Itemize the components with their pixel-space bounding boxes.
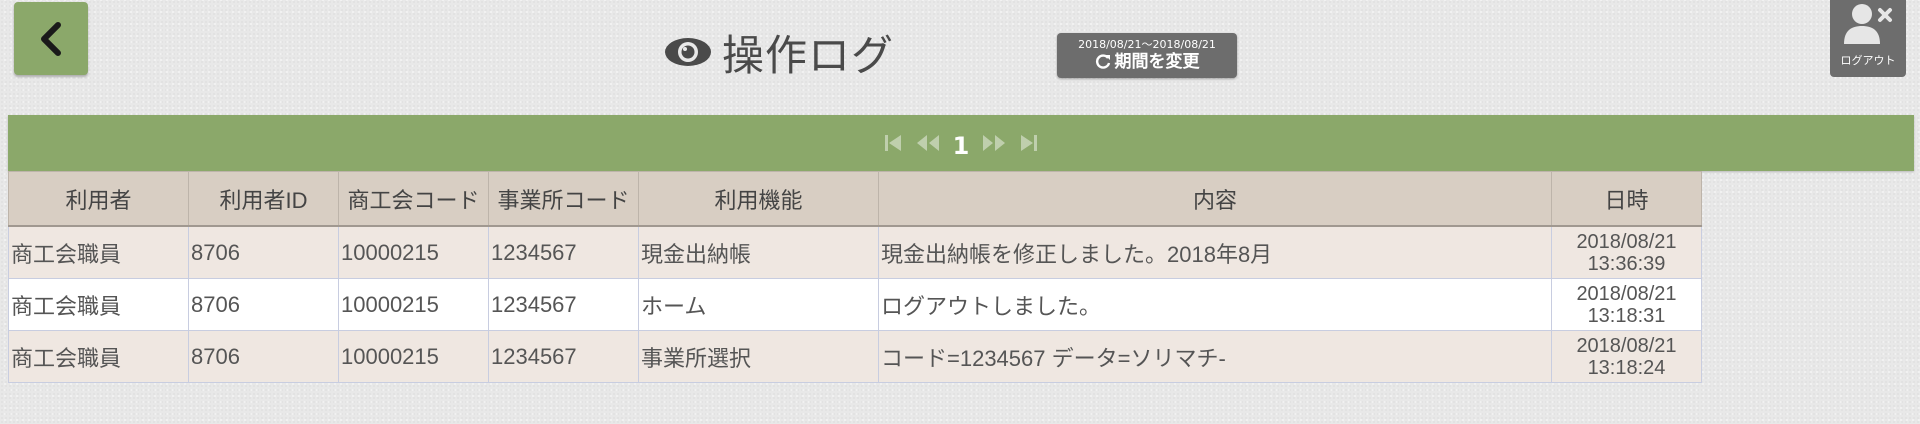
col-header-datetime[interactable]: 日時 bbox=[1551, 171, 1702, 227]
cell-datetime: 2018/08/21 13:18:24 bbox=[1551, 330, 1702, 383]
cell-date: 2018/08/21 bbox=[1576, 282, 1677, 305]
cell-function: ホーム bbox=[638, 278, 879, 331]
col-header-office-code[interactable]: 事業所コード bbox=[488, 171, 639, 227]
cell-datetime: 2018/08/21 13:36:39 bbox=[1551, 225, 1702, 279]
cell-content: コード=1234567 データ=ソリマチ- bbox=[878, 330, 1552, 383]
change-period-button[interactable]: 2018/08/21～2018/08/21 期間を変更 bbox=[1057, 33, 1237, 78]
pagination: 1 bbox=[8, 115, 1914, 171]
cell-office-code: 1234567 bbox=[488, 225, 639, 279]
cell-date: 2018/08/21 bbox=[1576, 230, 1677, 253]
col-header-chamber-code[interactable]: 商工会コード bbox=[338, 171, 489, 227]
logout-button[interactable]: ログアウト bbox=[1830, 0, 1906, 77]
back-button[interactable] bbox=[14, 2, 88, 75]
next-page-icon[interactable] bbox=[981, 133, 1007, 153]
cell-user: 商工会職員 bbox=[8, 330, 189, 383]
table-row[interactable]: 商工会職員 8706 10000215 1234567 ホーム ログアウトしまし… bbox=[8, 278, 1702, 331]
last-page-icon[interactable] bbox=[1019, 133, 1039, 153]
period-range: 2018/08/21～2018/08/21 bbox=[1078, 38, 1216, 51]
col-header-user-id[interactable]: 利用者ID bbox=[188, 171, 339, 227]
table-row[interactable]: 商工会職員 8706 10000215 1234567 現金出納帳 現金出納帳を… bbox=[8, 225, 1702, 279]
cell-time: 13:18:24 bbox=[1587, 356, 1666, 379]
user-remove-icon bbox=[1844, 4, 1892, 44]
first-page-icon[interactable] bbox=[883, 133, 903, 153]
eye-icon bbox=[665, 38, 711, 66]
refresh-icon bbox=[1095, 54, 1110, 69]
logout-label: ログアウト bbox=[1840, 54, 1896, 67]
current-page-number[interactable]: 1 bbox=[953, 132, 970, 160]
cell-office-code: 1234567 bbox=[488, 278, 639, 331]
cell-chamber-code: 10000215 bbox=[338, 330, 489, 383]
chevron-left-icon bbox=[41, 21, 61, 56]
page-title: 操作ログ bbox=[722, 30, 895, 80]
log-table: 利用者 利用者ID 商工会コード 事業所コード 利用機能 内容 日時 商工会職員… bbox=[8, 171, 1702, 383]
cell-function: 事業所選択 bbox=[638, 330, 879, 383]
cell-user-id: 8706 bbox=[188, 225, 339, 279]
prev-page-icon[interactable] bbox=[915, 133, 941, 153]
cell-content: 現金出納帳を修正しました。2018年8月 bbox=[878, 225, 1552, 279]
cell-time: 13:18:31 bbox=[1587, 304, 1666, 327]
cell-function: 現金出納帳 bbox=[638, 225, 879, 279]
page-title-group: 操作ログ bbox=[664, 22, 894, 82]
cell-user: 商工会職員 bbox=[8, 278, 189, 331]
operation-log-panel: 1 利用者 利用者ID 商工会コード 事業所コード 利用機能 内容 日時 商工会… bbox=[8, 115, 1914, 383]
cell-content: ログアウトしました。 bbox=[878, 278, 1552, 331]
table-header-row: 利用者 利用者ID 商工会コード 事業所コード 利用機能 内容 日時 bbox=[8, 171, 1702, 227]
cell-time: 13:36:39 bbox=[1587, 252, 1666, 275]
col-header-user[interactable]: 利用者 bbox=[8, 171, 189, 227]
cell-chamber-code: 10000215 bbox=[338, 278, 489, 331]
cell-chamber-code: 10000215 bbox=[338, 225, 489, 279]
cell-user-id: 8706 bbox=[188, 278, 339, 331]
cell-office-code: 1234567 bbox=[488, 330, 639, 383]
period-label: 期間を変更 bbox=[1114, 52, 1200, 72]
col-header-function[interactable]: 利用機能 bbox=[638, 171, 879, 227]
col-header-content[interactable]: 内容 bbox=[878, 171, 1552, 227]
cell-date: 2018/08/21 bbox=[1576, 334, 1677, 357]
cell-datetime: 2018/08/21 13:18:31 bbox=[1551, 278, 1702, 331]
cell-user: 商工会職員 bbox=[8, 225, 189, 279]
table-row[interactable]: 商工会職員 8706 10000215 1234567 事業所選択 コード=12… bbox=[8, 330, 1702, 383]
cell-user-id: 8706 bbox=[188, 330, 339, 383]
